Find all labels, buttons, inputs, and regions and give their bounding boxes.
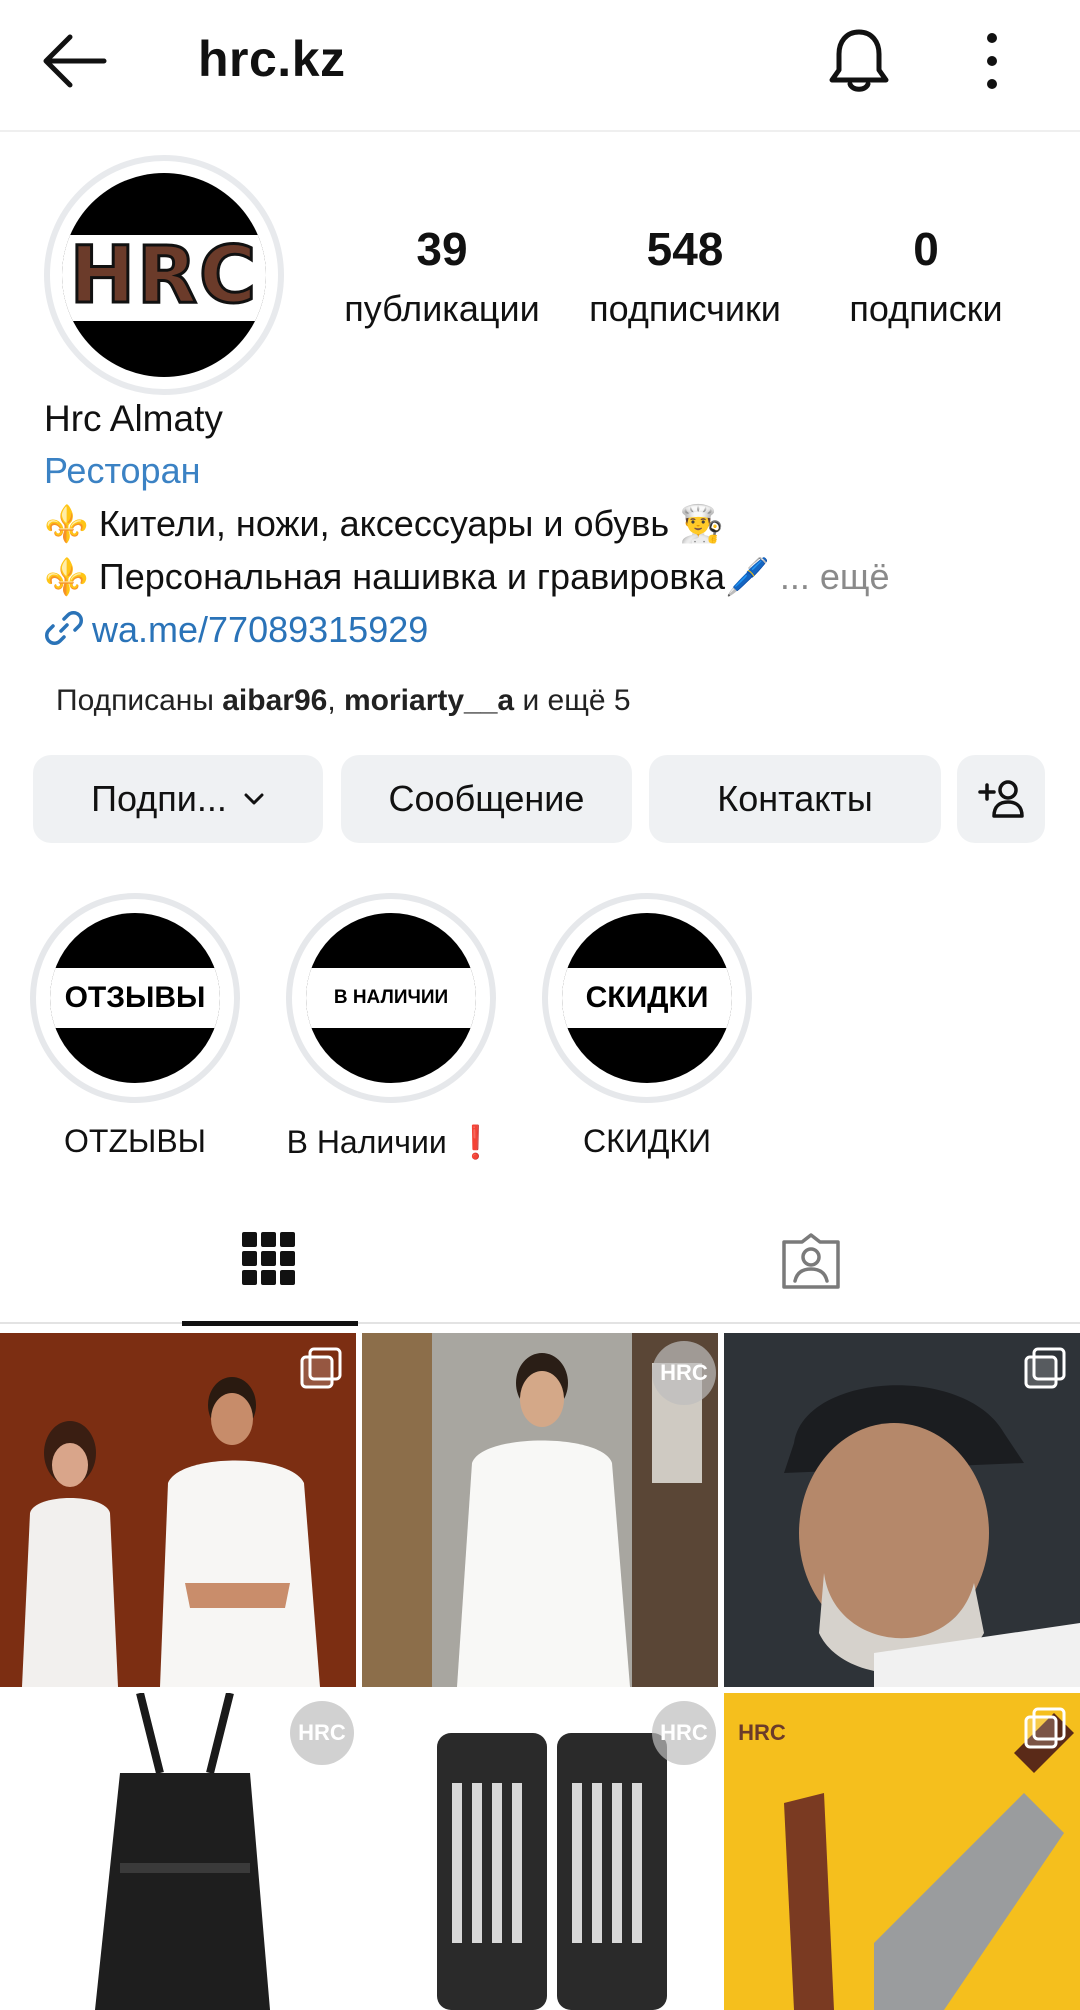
tab-tagged[interactable] (770, 1190, 850, 1324)
grid-icon (242, 1232, 295, 1285)
posts-stat[interactable]: 39 публикации (330, 222, 554, 330)
highlight-ring: В НАЛИЧИИ (286, 893, 496, 1103)
following-button-label: Подпи... (91, 778, 227, 819)
followers-count: 548 (646, 223, 724, 275)
followed-by-user-1: aibar96 (222, 684, 328, 717)
posts-count: 39 (416, 223, 468, 275)
highlight-cover: В НАЛИЧИИ (306, 913, 476, 1083)
message-button-label: Сообщение (388, 778, 585, 819)
followers-stat[interactable]: 548 подписчики (570, 222, 800, 330)
post-thumbnail-3[interactable] (724, 1333, 1080, 1687)
add-user-button[interactable] (957, 755, 1045, 843)
back-arrow-icon[interactable] (40, 30, 110, 92)
followed-by[interactable]: Подписаны aibar96, moriarty__a и ещё 5 (56, 684, 631, 718)
post-watermark: HRC (738, 1720, 786, 1745)
followed-by-sep: , (327, 684, 344, 717)
post-thumbnail-2[interactable]: HRC (362, 1333, 718, 1687)
carousel-icon (1024, 1707, 1066, 1749)
highlight-cover: СКИДКИ (562, 913, 732, 1083)
highlight-reviews[interactable]: ОТЗЫВЫ OTZЫВЫ (30, 893, 240, 1160)
highlight-label: СКИДКИ (582, 1123, 712, 1159)
bio-link-text: wa.me/77089315929 (92, 609, 429, 650)
top-bar: hrc.kz (0, 0, 1080, 132)
followed-by-user-2: moriarty__a (344, 684, 515, 717)
highlight-label: OTZЫВЫ (64, 1123, 206, 1159)
profile-name: Hrc Almaty (44, 398, 223, 439)
bio-more-link[interactable]: ... ещё (780, 556, 890, 597)
bio-line-1: ⚜️ Кители, ножи, аксессуары и обувь 👨‍🍳 (44, 503, 725, 544)
highlight-in-stock[interactable]: В НАЛИЧИИ В Наличии ❗ (286, 893, 496, 1161)
bio-line-2-text: ⚜️ Персональная нашивка и гравировка🖊️ (44, 556, 770, 597)
message-button[interactable]: Сообщение (341, 755, 632, 843)
profile-tabs (0, 1190, 1080, 1326)
add-user-icon (978, 780, 1024, 818)
notification-bell-icon[interactable] (826, 26, 892, 96)
carousel-icon (300, 1347, 342, 1389)
following-count: 0 (913, 223, 939, 275)
active-tab-indicator (182, 1321, 358, 1326)
post-thumbnail-4[interactable]: HRC (0, 1693, 356, 2010)
page-title: hrc.kz (198, 31, 346, 87)
post-thumbnail-1[interactable] (0, 1333, 356, 1687)
tab-posts-grid[interactable] (182, 1190, 358, 1326)
contacts-button[interactable]: Контакты (649, 755, 941, 843)
chevron-down-icon (244, 793, 264, 805)
post-watermark: HRC (652, 1701, 716, 1765)
post-thumbnail-5[interactable]: HRC (362, 1693, 718, 2010)
highlight-cover-text: СКИДКИ (585, 981, 709, 1014)
highlight-cover-text: В НАЛИЧИИ (333, 987, 449, 1008)
contacts-button-label: Контакты (717, 778, 873, 819)
post-thumbnail-6[interactable]: HRC (724, 1693, 1080, 2010)
highlight-label: В Наличии ❗ (286, 1124, 496, 1160)
profile-category: Ресторан (44, 450, 201, 491)
link-icon (45, 611, 83, 645)
highlight-discounts[interactable]: СКИДКИ СКИДКИ (542, 893, 752, 1160)
carousel-icon (1024, 1347, 1066, 1389)
avatar[interactable]: HRC (62, 173, 266, 377)
following-label: подписки (849, 288, 1003, 329)
tagged-person-icon (782, 1233, 840, 1289)
highlight-ring: СКИДКИ (542, 893, 752, 1103)
posts-label: публикации (344, 288, 540, 329)
avatar-logo-text: HRC (68, 230, 259, 323)
highlight-cover-text: ОТЗЫВЫ (64, 981, 206, 1014)
followed-by-suffix: и ещё 5 (514, 684, 631, 717)
followed-by-prefix: Подписаны (56, 684, 223, 717)
highlight-ring: ОТЗЫВЫ (30, 893, 240, 1103)
bio-link[interactable]: wa.me/77089315929 (44, 608, 428, 651)
following-stat[interactable]: 0 подписки (826, 222, 1026, 330)
followers-label: подписчики (589, 288, 781, 329)
bio-line-2: ⚜️ Персональная нашивка и гравировка🖊️ .… (44, 556, 890, 598)
following-button[interactable]: Подпи... (33, 755, 323, 843)
more-options-icon[interactable] (972, 28, 1012, 94)
post-watermark: HRC (290, 1701, 354, 1765)
post-watermark: HRC (652, 1341, 716, 1405)
highlight-cover: ОТЗЫВЫ (50, 913, 220, 1083)
